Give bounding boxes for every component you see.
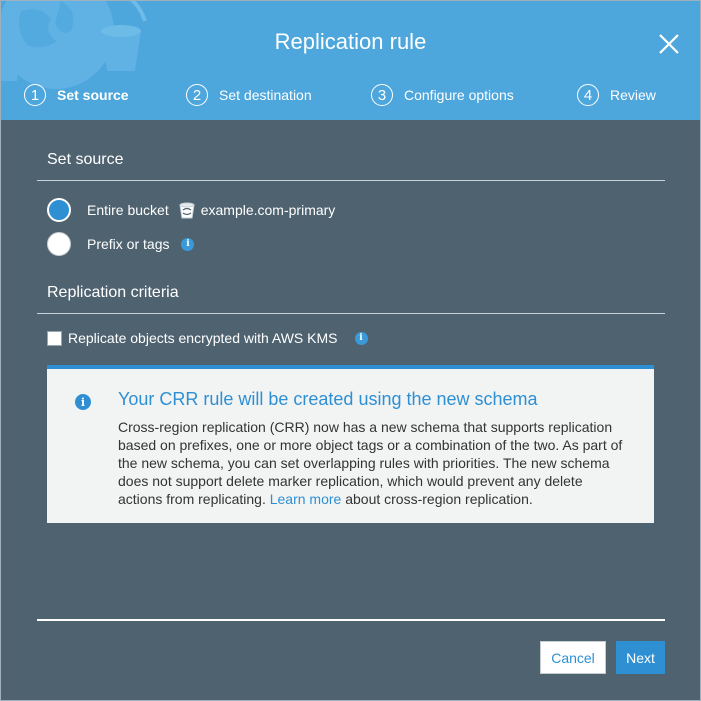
kms-option[interactable]: Replicate objects encrypted with AWS KMS… [47,330,368,346]
learn-more-link[interactable]: Learn more [270,491,342,507]
footer-divider [37,619,665,621]
step-number: 4 [577,84,599,106]
step-review[interactable]: 4 Review [577,81,656,109]
alert-body: Cross-region replication (CRR) now has a… [118,418,628,508]
step-label: Configure options [404,87,514,103]
entire-bucket-label: Entire bucket [87,202,169,218]
kms-checkbox-label: Replicate objects encrypted with AWS KMS [68,330,338,346]
close-icon[interactable] [655,30,683,58]
replication-rule-modal: Replication rule 1 Set source 2 Set dest… [0,0,701,701]
alert-body-tail: about cross-region replication. [345,491,533,507]
entire-bucket-radio[interactable] [47,198,71,222]
info-icon[interactable]: i [181,237,195,251]
step-configure-options[interactable]: 3 Configure options [371,81,514,109]
bucket-icon [179,202,195,218]
step-set-destination[interactable]: 2 Set destination [186,81,312,109]
bucket-name: example.com-primary [200,202,336,218]
step-label: Set source [57,87,129,103]
alert-title: Your CRR rule will be created using the … [118,389,538,409]
step-number: 1 [24,84,46,106]
modal-header: Replication rule 1 Set source 2 Set dest… [1,1,700,120]
step-number: 2 [186,84,208,106]
schema-info-alert: i Your CRR rule will be created using th… [47,365,654,523]
replication-criteria-heading: Replication criteria [47,284,179,301]
next-button[interactable]: Next [616,641,665,674]
divider [37,180,665,181]
info-icon[interactable]: i [354,331,368,345]
step-set-source[interactable]: 1 Set source [24,81,129,109]
divider [37,313,665,314]
entire-bucket-option[interactable]: Entire bucket example.com-primary [47,197,335,223]
step-label: Set destination [219,87,312,103]
prefix-or-tags-option[interactable]: Prefix or tags i [47,231,195,257]
step-label: Review [610,87,656,103]
info-icon: i [75,394,91,410]
prefix-or-tags-radio[interactable] [47,232,71,256]
prefix-or-tags-label: Prefix or tags [87,236,170,252]
wizard-steps: 1 Set source 2 Set destination 3 Configu… [1,81,700,109]
modal-title: Replication rule [274,29,427,54]
set-source-heading: Set source [47,151,124,168]
kms-checkbox[interactable] [47,330,62,346]
step-number: 3 [371,84,393,106]
cancel-button[interactable]: Cancel [540,641,606,674]
